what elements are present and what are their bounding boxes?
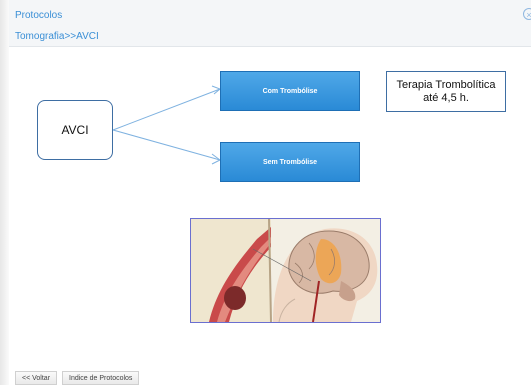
avci-node: AVCI [37, 100, 113, 160]
flow-connectors [112, 85, 221, 165]
connector-sem [112, 129, 221, 161]
protocol-index-button[interactable]: Indice de Protocolos [62, 371, 140, 385]
connector-com [112, 88, 221, 131]
brain-stroke-image [190, 218, 381, 323]
sem-trombolise-label: Sem Trombólise [262, 158, 318, 166]
avci-label: AVCI [61, 123, 89, 137]
note-line-1: Terapia Trombolítica [396, 79, 496, 91]
back-button[interactable]: << Voltar [15, 371, 58, 385]
note-line-2: até 4,5 h. [423, 92, 469, 104]
therapy-note: Terapia Trombolítica até 4,5 h. [386, 71, 506, 112]
com-trombolise-node[interactable]: Com Trombólise [220, 71, 360, 111]
brain-illustration [191, 219, 380, 322]
sem-trombolise-node[interactable]: Sem Trombólise [220, 142, 360, 182]
protocol-window: Protocolos Tomografia>>AVCI × AVCI Com T… [9, 0, 531, 385]
left-edge-shadow [0, 0, 9, 385]
com-trombolise-label: Com Trombólise [262, 87, 318, 95]
